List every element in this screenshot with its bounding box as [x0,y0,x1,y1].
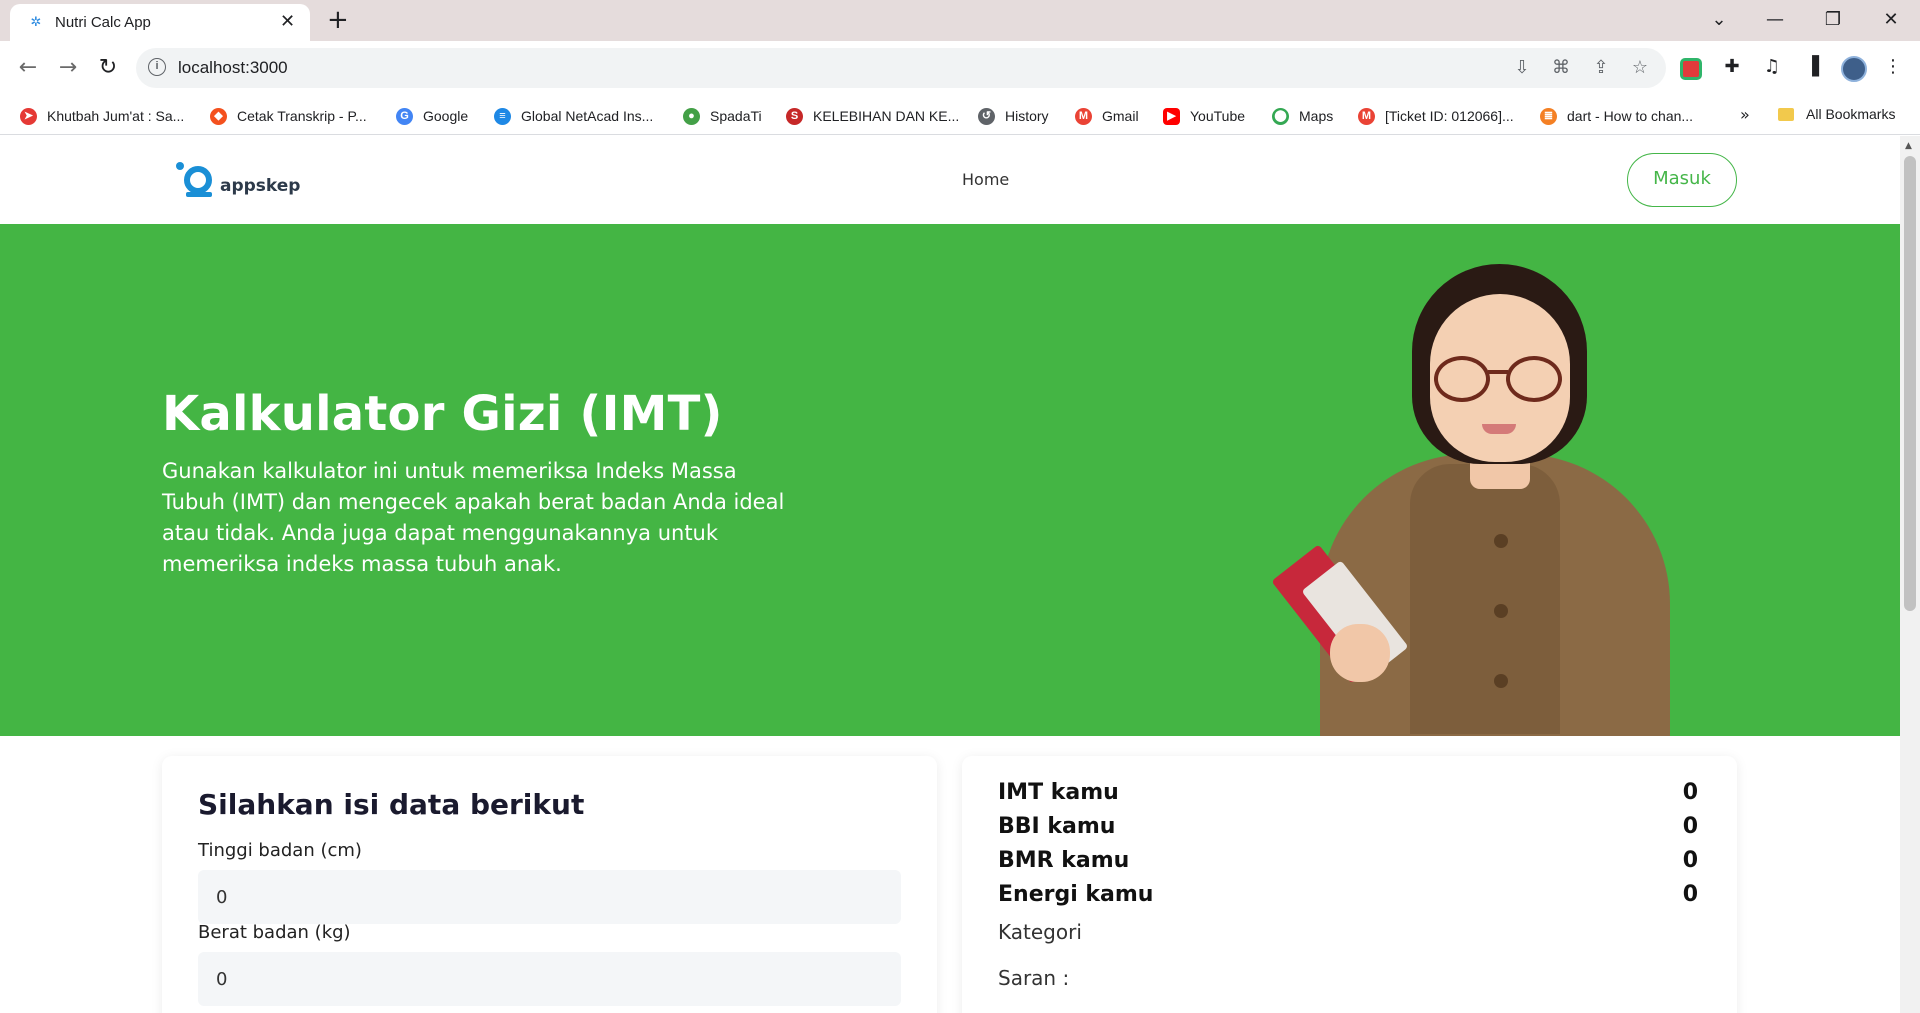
browser-menu-icon[interactable]: ⋮ [1880,55,1906,79]
back-icon[interactable]: ← [14,55,42,81]
maps-icon: ⬤ [1272,107,1289,125]
hero-description: Gunakan kalkulator ini untuk memeriksa I… [162,459,785,576]
media-control-icon[interactable]: ♫ [1759,55,1785,79]
results-card: IMT kamu 0 BBI kamu 0 BMR kamu 0 Energi … [962,756,1737,1013]
bookmark-item[interactable]: ≡ Global NetAcad Ins... [494,106,653,126]
bmr-value: 0 [1682,848,1698,873]
imt-result-row: IMT kamu 0 [998,780,1698,810]
energi-result-row: Energi kamu 0 [998,882,1698,912]
tab-title: Nutri Calc App [55,14,151,31]
share-icon[interactable]: ⇪ [1589,57,1613,79]
minimize-icon[interactable]: — [1760,6,1790,34]
url-text: localhost:3000 [178,58,288,77]
saran-label: Saran : [998,966,1070,990]
tab-search-icon[interactable]: ⌄ [1704,6,1734,34]
page-scrollbar[interactable]: ▲ [1900,136,1920,1013]
bookmark-favicon-icon: ● [683,107,700,125]
profile-avatar[interactable] [1841,56,1867,82]
bookmark-item[interactable]: S KELEBIHAN DAN KE... [786,106,959,126]
site-info-icon[interactable]: i [148,58,166,76]
browser-toolbar: ← → ↻ i localhost:3000 ⇩ ⌘ ⇪ ☆ [0,41,1920,97]
weight-label: Berat badan (kg) [198,922,351,943]
bookmark-item[interactable]: ➤ Khutbah Jum'at : Sa... [20,106,184,126]
bookmark-item[interactable]: G Google [396,106,468,126]
bookmark-item[interactable]: ↺ History [978,106,1049,126]
history-icon: ↺ [978,107,995,125]
imt-value: 0 [1682,780,1698,805]
stackoverflow-icon: ≣ [1540,107,1557,125]
bookmark-item[interactable]: ≣ dart - How to chan... [1540,106,1693,126]
logo-icon [176,160,218,200]
bookmarks-bar: ➤ Khutbah Jum'at : Sa... ◆ Cetak Transkrip… [0,97,1920,135]
google-icon: G [396,107,413,125]
youtube-icon: ▶ [1163,107,1180,125]
gmail-icon: M [1358,107,1375,125]
input-form-card: Silahkan isi data berikut Tinggi badan (… [162,756,937,1013]
imt-label: IMT kamu [998,780,1119,805]
energi-value: 0 [1682,882,1698,907]
site-logo[interactable]: appskep [176,160,300,200]
bookmark-favicon-icon: ◆ [210,107,227,125]
reload-icon[interactable]: ↻ [94,55,122,81]
bookmark-item[interactable]: M [Ticket ID: 012066]... [1358,106,1514,126]
gmail-icon: M [1075,107,1092,125]
install-app-icon[interactable]: ⇩ [1510,57,1534,79]
react-favicon-icon: ✲ [30,15,42,30]
bookmark-item[interactable]: M Gmail [1075,106,1139,126]
form-title: Silahkan isi data berikut [198,788,585,821]
scroll-up-icon[interactable]: ▲ [1905,141,1912,151]
login-button[interactable]: Masuk [1627,153,1737,207]
height-input[interactable] [198,870,901,924]
scrollbar-thumb[interactable] [1904,156,1916,611]
bmr-label: BMR kamu [998,848,1130,873]
bbi-label: BBI kamu [998,814,1116,839]
bookmark-favicon-icon: S [786,107,803,125]
extensions-puzzle-icon[interactable]: ✚ [1719,55,1745,79]
site-header: appskep Home Masuk [0,136,1900,224]
new-tab-icon[interactable]: + [327,6,349,34]
height-label: Tinggi badan (cm) [198,840,362,861]
logo-text: appskep [220,176,301,196]
window-close-icon[interactable]: ✕ [1876,6,1906,34]
bmr-result-row: BMR kamu 0 [998,848,1698,878]
bookmark-item[interactable]: ▶ YouTube [1163,106,1245,126]
folder-icon [1778,107,1794,121]
bookmark-favicon-icon: ➤ [20,107,37,125]
student-photo [1260,264,1700,736]
energi-label: Energi kamu [998,882,1154,907]
address-bar[interactable]: i localhost:3000 ⇩ ⌘ ⇪ ☆ [136,48,1666,88]
weight-input[interactable] [198,952,901,1006]
bookmark-item[interactable]: ● SpadaTi [683,106,762,126]
restore-icon[interactable]: ❐ [1818,6,1848,34]
extension-icon[interactable] [1680,58,1702,80]
translate-icon[interactable]: ⌘ [1549,57,1573,79]
bookmark-item[interactable]: ◆ Cetak Transkrip - P... [210,106,367,126]
bbi-result-row: BBI kamu 0 [998,814,1698,844]
hero-title: Kalkulator Gizi (IMT) [162,386,723,442]
more-bookmarks-icon[interactable]: » [1740,105,1750,124]
browser-tabstrip: ✲ Nutri Calc App ✕ + ⌄ — ❐ ✕ [0,0,1920,41]
page-viewport: appskep Home Masuk Kalkulator Gizi (IMT)… [0,136,1900,1013]
browser-tab[interactable]: ✲ Nutri Calc App ✕ [10,4,310,41]
bookmark-star-icon[interactable]: ☆ [1628,57,1652,79]
close-tab-icon[interactable]: ✕ [280,12,295,32]
forward-icon[interactable]: → [54,55,82,81]
all-bookmarks-button[interactable]: All Bookmarks [1778,106,1895,122]
hero-banner: Kalkulator Gizi (IMT) Gunakan kalkulator… [0,224,1900,736]
bbi-value: 0 [1682,814,1698,839]
nav-home-link[interactable]: Home [962,170,1009,189]
cisco-icon: ≡ [494,107,511,125]
kategori-label: Kategori [998,920,1082,944]
bookmark-item[interactable]: ⬤ Maps [1272,106,1333,126]
side-panel-icon[interactable]: ▐ [1799,55,1825,79]
